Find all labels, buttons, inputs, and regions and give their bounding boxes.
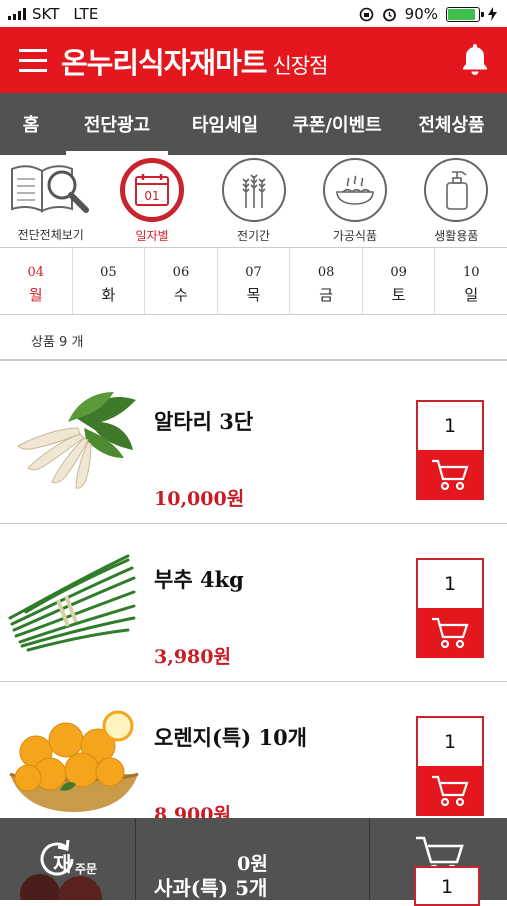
quantity-box: 1 [416, 400, 484, 500]
peek-product-name: 사과(특) 5개 [154, 876, 268, 900]
product-item: 오렌지(특) 10개 8,900원 1 [0, 682, 507, 840]
product-name[interactable]: 알타리 3단 [154, 406, 253, 436]
reorder-sub-text: 주문 [75, 862, 98, 876]
product-image-oranges[interactable] [6, 704, 140, 814]
category-by-date[interactable]: 01 일자별 [101, 155, 202, 247]
tab-label: 타임세일 [191, 115, 259, 136]
day-number: 09 [390, 265, 407, 280]
rotation-lock-icon [359, 7, 373, 21]
product-item: 부추 4kg 3,980원 1 [0, 524, 507, 682]
quantity-box: 1 [416, 716, 484, 816]
store-title: 온누리식자재마트 신장점 [61, 40, 328, 82]
day-04[interactable]: 04 월 [0, 248, 72, 314]
cart-icon [432, 459, 469, 491]
reorder-main-text: 재 [53, 852, 72, 876]
cart-icon [432, 775, 469, 807]
category-label: 전기간 [236, 229, 271, 243]
category-label: 가공식품 [332, 229, 377, 243]
day-number: 04 [27, 265, 45, 280]
product-image-radish[interactable] [6, 388, 140, 498]
day-weekday: 월 [28, 286, 43, 304]
status-bar: SKT LTE 90% [0, 0, 507, 27]
app-header: 온누리식자재마트 신장점 [0, 27, 507, 93]
category-all-flyers[interactable]: 전단전체보기 [0, 155, 101, 247]
calendar-icon: 01 [120, 158, 185, 222]
tab-flyer[interactable]: 전단광고 [62, 93, 172, 155]
day-number: 06 [172, 265, 190, 280]
quantity-box: 1 [416, 558, 484, 658]
charging-icon [488, 7, 497, 21]
cart-button[interactable]: 1 [370, 818, 507, 906]
day-08[interactable]: 08 금 [289, 248, 362, 314]
category-processed-food[interactable]: 가공식품 [304, 155, 405, 247]
store-name: 온누리식자재마트 [61, 46, 267, 80]
day-weekday: 금 [319, 286, 333, 304]
product-price: 3,980원 [154, 646, 231, 668]
tab-label: 쿠폰/이벤트 [292, 115, 382, 136]
carrier-label: SKT [32, 5, 60, 23]
tab-timesale[interactable]: 타임세일 [172, 93, 278, 155]
bottom-bar: 재 주문 0원 사과(특) 5개 1 [0, 818, 507, 906]
day-10[interactable]: 10 일 [434, 248, 507, 314]
wheat-icon [221, 158, 286, 222]
category-row: 전단전체보기 01 일자별 전기간 가공식품 생활용품 [0, 155, 507, 247]
day-06[interactable]: 06 수 [144, 248, 217, 314]
day-07[interactable]: 07 목 [216, 248, 290, 314]
tab-label: 전체상품 [418, 115, 485, 136]
product-price: 10,000원 [154, 488, 245, 510]
battery-icon [446, 6, 484, 22]
day-number: 07 [245, 265, 262, 280]
tab-coupon-event[interactable]: 쿠폰/이벤트 [278, 93, 396, 155]
divider [0, 359, 507, 361]
product-name[interactable]: 오렌지(특) 10개 [154, 722, 307, 752]
pump-bottle-icon [424, 158, 489, 222]
alarm-icon [382, 8, 396, 21]
product-item: 알타리 3단 10,000원 1 [0, 366, 507, 524]
category-label: 생활용품 [434, 229, 479, 243]
day-number: 10 [462, 265, 480, 280]
peek-quantity: 1 [414, 866, 480, 906]
day-05[interactable]: 05 화 [71, 248, 145, 314]
tab-label: 전단광고 [83, 115, 151, 136]
main-nav: 홈 전단광고 타임세일 쿠폰/이벤트 전체상품 [0, 93, 507, 155]
product-count: 상품 9 개 [31, 335, 84, 350]
day-number: 08 [317, 265, 335, 280]
day-number: 05 [100, 265, 117, 280]
magnifier-book-icon [10, 165, 89, 213]
bell-icon[interactable] [460, 41, 490, 77]
add-to-cart-button[interactable] [418, 766, 482, 816]
tab-all-products[interactable]: 전체상품 [396, 93, 507, 155]
day-weekday: 수 [174, 286, 188, 304]
day-09[interactable]: 09 토 [361, 248, 435, 314]
category-all-period[interactable]: 전기간 [203, 155, 304, 247]
order-summary: 0원 사과(특) 5개 [136, 818, 370, 900]
tab-home[interactable]: 홈 [0, 93, 62, 155]
quantity-input[interactable]: 1 [418, 560, 482, 608]
cart-icon [432, 617, 469, 649]
noodle-bowl-icon [322, 158, 387, 222]
product-image-chives[interactable] [6, 546, 140, 656]
quantity-input[interactable]: 1 [418, 402, 482, 450]
calendar-text: 01 [144, 189, 159, 203]
quantity-input[interactable]: 1 [418, 718, 482, 766]
add-to-cart-button[interactable] [418, 450, 482, 500]
signal-icon [8, 8, 26, 20]
category-label: 일자별 [135, 229, 169, 243]
day-weekday: 일 [464, 286, 479, 304]
reorder-button[interactable]: 재 주문 [0, 818, 136, 900]
tab-label: 홈 [22, 115, 40, 136]
category-household[interactable]: 생활용품 [406, 155, 507, 247]
day-weekday: 목 [246, 286, 261, 304]
battery-percent: 90% [404, 5, 438, 23]
network-label: LTE [73, 5, 99, 23]
product-name[interactable]: 부추 4kg [154, 564, 244, 594]
day-weekday: 토 [391, 286, 406, 304]
menu-icon[interactable] [19, 49, 47, 73]
day-selector: 04 월 05 화 06 수 07 목 08 금 09 토 10 일 [0, 247, 507, 315]
store-branch: 신장점 [272, 54, 328, 78]
add-to-cart-button[interactable] [418, 608, 482, 658]
day-weekday: 화 [101, 286, 116, 304]
category-label: 전단전체보기 [17, 228, 84, 242]
